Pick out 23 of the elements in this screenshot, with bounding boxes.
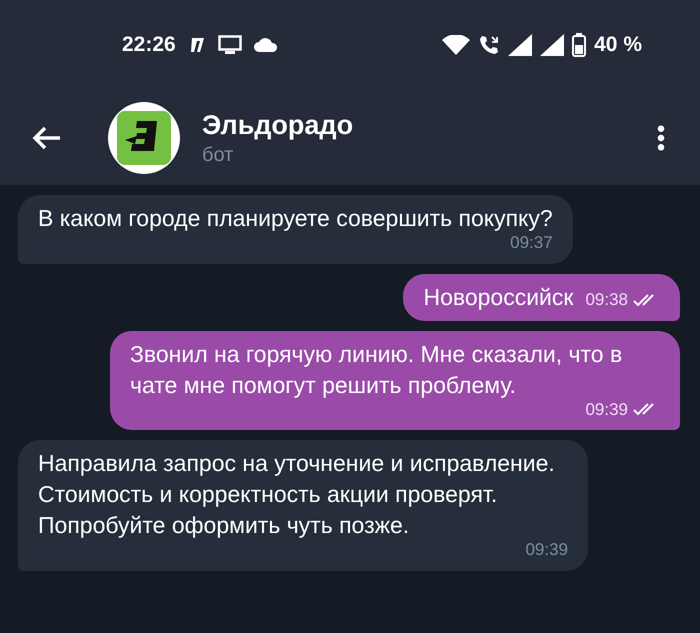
message-time: 09:38	[585, 289, 628, 311]
message-time: 09:37	[510, 232, 553, 254]
status-time: 22:26	[122, 32, 176, 58]
menu-button[interactable]	[656, 122, 666, 152]
battery-icon	[572, 33, 586, 57]
cloud-icon	[254, 38, 278, 52]
battery-percent: 40 %	[594, 32, 642, 58]
wifi-icon	[442, 35, 470, 55]
message-text: В каком городе планируете совершить покупку?	[38, 205, 553, 231]
signal-icon	[508, 34, 532, 56]
message-text: Направила запрос на уточнение и исправление. Стоимость и корректность акции проверят. Попробуйте оформить чуть позже.	[38, 450, 555, 538]
monitor-icon	[218, 35, 242, 55]
logo-icon	[117, 110, 171, 164]
more-icon	[657, 124, 665, 150]
message-text: Звонил на горячую линию. Мне сказали, что в чате мне помогут решить проблему.	[130, 340, 622, 398]
signal-icon	[540, 34, 564, 56]
chat-subtitle: бот	[202, 142, 234, 168]
chat-title: Эльдорадо	[202, 108, 354, 142]
message-time: 09:39	[585, 398, 628, 420]
message-text: Новороссийск	[423, 282, 574, 312]
back-arrow-icon	[32, 126, 62, 150]
message-time: 09:39	[525, 539, 568, 561]
phone-call-icon	[478, 34, 500, 56]
